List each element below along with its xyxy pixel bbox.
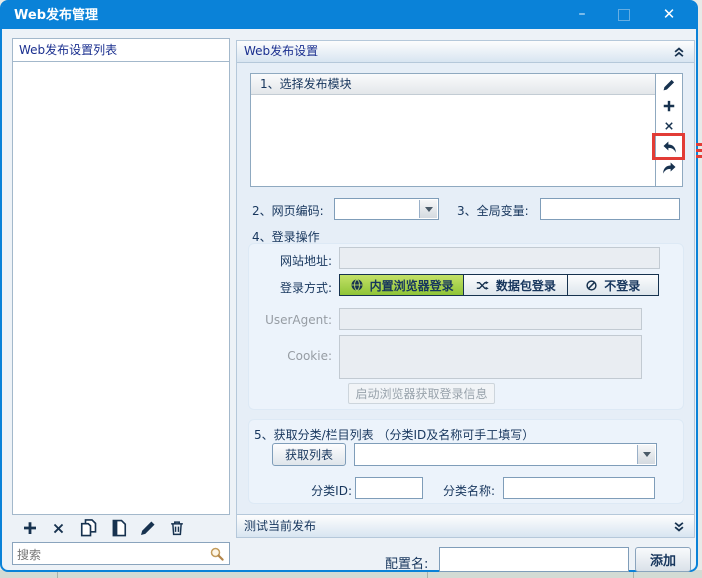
module-add-button[interactable] xyxy=(661,98,677,114)
search-box xyxy=(12,542,230,565)
right-panel-header[interactable]: Web发布设置 xyxy=(236,40,695,63)
add-config-button[interactable]: 添加 xyxy=(635,547,691,572)
left-list-header: Web发布设置列表 xyxy=(12,38,230,62)
annotation-edge-mark xyxy=(696,149,702,152)
paste-icon xyxy=(109,518,129,538)
shuffle-icon xyxy=(475,279,490,292)
module-delete-button[interactable] xyxy=(661,118,677,134)
copy-icon xyxy=(78,518,98,538)
encoding-dropdown-button[interactable] xyxy=(419,200,437,218)
delete-icon xyxy=(663,120,675,132)
add-icon xyxy=(662,99,676,113)
globe-icon xyxy=(350,278,364,292)
screenshot-root: Web发布管理 – ✕ Web发布设置列表 xyxy=(0,0,702,578)
edit-icon xyxy=(662,78,676,92)
add-icon xyxy=(22,520,38,536)
edit-icon xyxy=(139,519,157,537)
annotation-edge-mark xyxy=(696,143,702,146)
test-publish-header[interactable]: 测试当前发布 xyxy=(236,514,695,538)
login-browser-label: 内置浏览器登录 xyxy=(370,277,454,294)
useragent-label: UserAgent: xyxy=(252,313,332,327)
module-redo-button[interactable] xyxy=(661,160,677,176)
fetch-list-label: 获取列表 xyxy=(285,446,333,463)
launch-browser-button[interactable]: 启动浏览器获取登录信息 xyxy=(348,383,495,404)
login-browser-button[interactable]: 内置浏览器登录 xyxy=(340,275,463,295)
category-dropdown-button[interactable] xyxy=(637,445,655,464)
maximize-button[interactable] xyxy=(607,2,641,29)
category-id-input[interactable] xyxy=(355,477,423,499)
search-input[interactable] xyxy=(15,545,209,564)
login-none-label: 不登录 xyxy=(604,277,640,294)
category-id-label: 分类ID: xyxy=(294,482,352,499)
double-chevron-up-icon[interactable] xyxy=(673,46,685,58)
fetch-list-button[interactable]: 获取列表 xyxy=(272,443,346,466)
web-publish-window: Web发布管理 – ✕ Web发布设置列表 xyxy=(0,0,698,572)
trash-icon xyxy=(168,519,186,537)
list-copy-button[interactable] xyxy=(77,517,99,539)
config-name-label: 配置名: xyxy=(385,553,428,572)
category-section-title: 5、获取分类/栏目列表 （分类ID及名称可手工填写） xyxy=(254,426,534,443)
category-name-input[interactable] xyxy=(503,477,655,499)
list-delete-button[interactable] xyxy=(49,519,67,537)
delete-icon xyxy=(51,521,66,536)
title-bar[interactable]: Web发布管理 – ✕ xyxy=(2,2,696,29)
encoding-select[interactable] xyxy=(334,198,439,220)
chevron-down-icon xyxy=(643,452,651,457)
right-panel-header-label: Web发布设置 xyxy=(244,44,318,58)
search-icon[interactable] xyxy=(209,546,225,562)
cookie-input[interactable] xyxy=(339,335,642,379)
maximize-icon xyxy=(618,9,630,21)
publish-settings-list[interactable] xyxy=(12,61,230,515)
module-list-title: 1、选择发布模块 xyxy=(251,74,655,95)
category-select-value xyxy=(355,448,359,462)
config-name-input[interactable] xyxy=(439,547,629,572)
global-var-input[interactable] xyxy=(540,198,680,220)
login-none-button[interactable]: 不登录 xyxy=(567,275,658,295)
annotation-edge-mark xyxy=(696,155,702,158)
list-edit-button[interactable] xyxy=(138,518,158,538)
useragent-input[interactable] xyxy=(339,308,642,330)
close-button[interactable]: ✕ xyxy=(652,2,686,29)
test-publish-label: 测试当前发布 xyxy=(244,519,316,533)
category-select[interactable] xyxy=(354,443,657,466)
module-list-box[interactable]: 1、选择发布模块 xyxy=(250,73,656,187)
site-address-input[interactable] xyxy=(339,247,660,269)
double-chevron-down-icon[interactable] xyxy=(673,521,685,533)
list-add-button[interactable] xyxy=(21,519,39,537)
site-address-label: 网站地址: xyxy=(252,252,332,269)
chevron-down-icon xyxy=(425,207,433,212)
category-name-label: 分类名称: xyxy=(443,482,495,499)
encoding-label: 2、网页编码: xyxy=(252,202,324,219)
login-packet-label: 数据包登录 xyxy=(496,277,556,294)
login-mode-label: 登录方式: xyxy=(252,279,332,296)
global-var-label: 3、全局变量: xyxy=(457,202,529,219)
launch-browser-label: 启动浏览器获取登录信息 xyxy=(355,385,487,402)
encoding-value xyxy=(335,203,339,217)
login-mode-group: 内置浏览器登录 数据包登录 不登录 xyxy=(339,274,659,296)
add-config-label: 添加 xyxy=(650,550,676,569)
no-entry-icon xyxy=(585,279,598,292)
list-paste-button[interactable] xyxy=(108,517,130,539)
module-edit-button[interactable] xyxy=(661,77,677,93)
left-list-header-label: Web发布设置列表 xyxy=(13,39,229,61)
login-packet-button[interactable]: 数据包登录 xyxy=(463,275,566,295)
list-trash-button[interactable] xyxy=(166,517,188,539)
cookie-label: Cookie: xyxy=(252,349,332,363)
redo-icon xyxy=(662,161,677,176)
minimize-button[interactable]: – xyxy=(565,2,599,29)
annotation-highlight xyxy=(652,133,685,160)
